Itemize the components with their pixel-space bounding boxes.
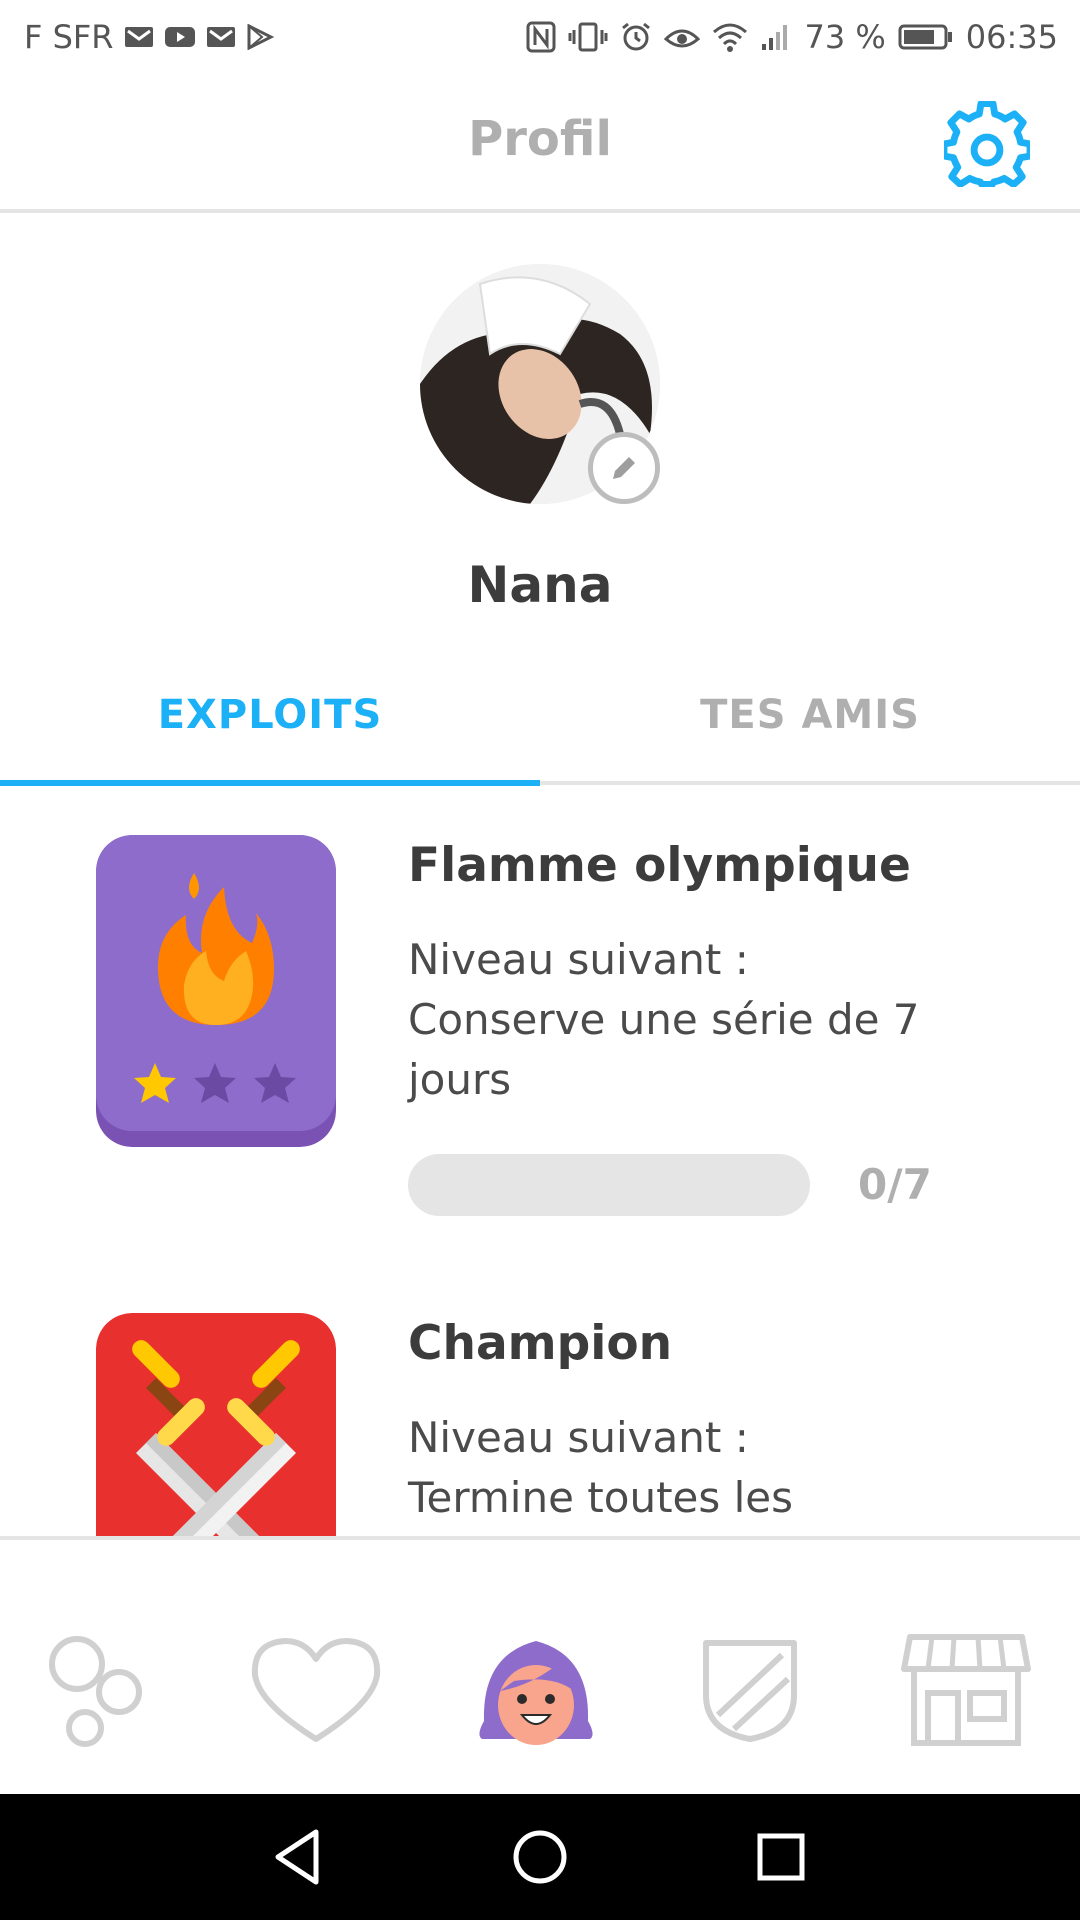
carrier-label: F SFR [24, 18, 114, 56]
nav-learn[interactable] [30, 1620, 170, 1760]
active-tab-indicator [0, 780, 540, 786]
recents-square-icon [757, 1833, 805, 1881]
nav-heart[interactable] [246, 1620, 386, 1760]
recents-button[interactable] [746, 1822, 816, 1892]
battery-percent: 73 % [804, 18, 886, 56]
settings-button[interactable] [940, 100, 1034, 188]
home-circle-icon [513, 1830, 567, 1884]
pencil-icon [613, 457, 635, 479]
battery-icon [898, 24, 952, 50]
bottom-navigation [0, 1536, 1080, 1794]
username: Nana [467, 556, 613, 614]
eye-icon [664, 29, 701, 48]
next-level-label: Niveau suivant : [408, 935, 749, 984]
badge-background [96, 1313, 336, 1538]
nav-leagues[interactable] [680, 1620, 820, 1760]
profile-tabs: EXPLOITS TES AMIS [0, 680, 1080, 788]
progress-label: 0/7 [858, 1160, 932, 1209]
achievement-badge [96, 1313, 336, 1538]
youtube-icon [164, 27, 195, 47]
vibrate-icon [568, 22, 608, 52]
back-button[interactable] [264, 1822, 334, 1892]
nfc-icon [526, 21, 556, 53]
achievement-badge [96, 835, 336, 1147]
home-button[interactable] [505, 1822, 575, 1892]
profile-avatar-icon [479, 1641, 593, 1745]
league-shield-icon [703, 1640, 797, 1742]
gear-icon [940, 100, 1034, 188]
next-level-goal: Conserve une série de 7 jours [408, 995, 920, 1104]
app-header: Profil [0, 75, 1080, 213]
back-triangle-icon [275, 1829, 319, 1885]
status-bar: F SFR 73 % 06:35 [0, 0, 1080, 75]
alarm-icon [622, 22, 651, 51]
nav-shop[interactable] [896, 1620, 1036, 1760]
achievement-title: Flamme olympique [408, 838, 911, 893]
signal-icon [762, 25, 788, 50]
next-level-goal: Termine toutes les [408, 1473, 793, 1522]
play-store-icon [247, 24, 274, 50]
tab-divider [540, 781, 1080, 785]
progress-bar [408, 1154, 810, 1216]
achievement-title: Champion [408, 1316, 673, 1371]
achievement-description: Niveau suivant : Termine toutes les [408, 1408, 968, 1528]
nav-profile[interactable] [466, 1620, 606, 1760]
edit-avatar-button[interactable] [588, 432, 660, 504]
achievement-description: Niveau suivant : Conserve une série de 7… [408, 930, 968, 1110]
system-navigation-bar [0, 1794, 1080, 1920]
page-title: Profil [468, 111, 612, 167]
achievements-list: Flamme olympique Niveau suivant : Conser… [0, 790, 1080, 1538]
next-level-label: Niveau suivant : [408, 1413, 749, 1462]
heart-icon [251, 1638, 381, 1742]
gmail-icon [124, 27, 153, 47]
gmail-icon [206, 27, 235, 47]
wifi-icon [713, 23, 748, 52]
tab-friends[interactable]: TES AMIS [540, 680, 1080, 788]
learn-bubbles-icon [49, 1636, 142, 1747]
clock: 06:35 [965, 18, 1058, 56]
badge-background [96, 835, 336, 1147]
tab-exploits[interactable]: EXPLOITS [0, 680, 540, 788]
shop-icon [901, 1634, 1031, 1746]
